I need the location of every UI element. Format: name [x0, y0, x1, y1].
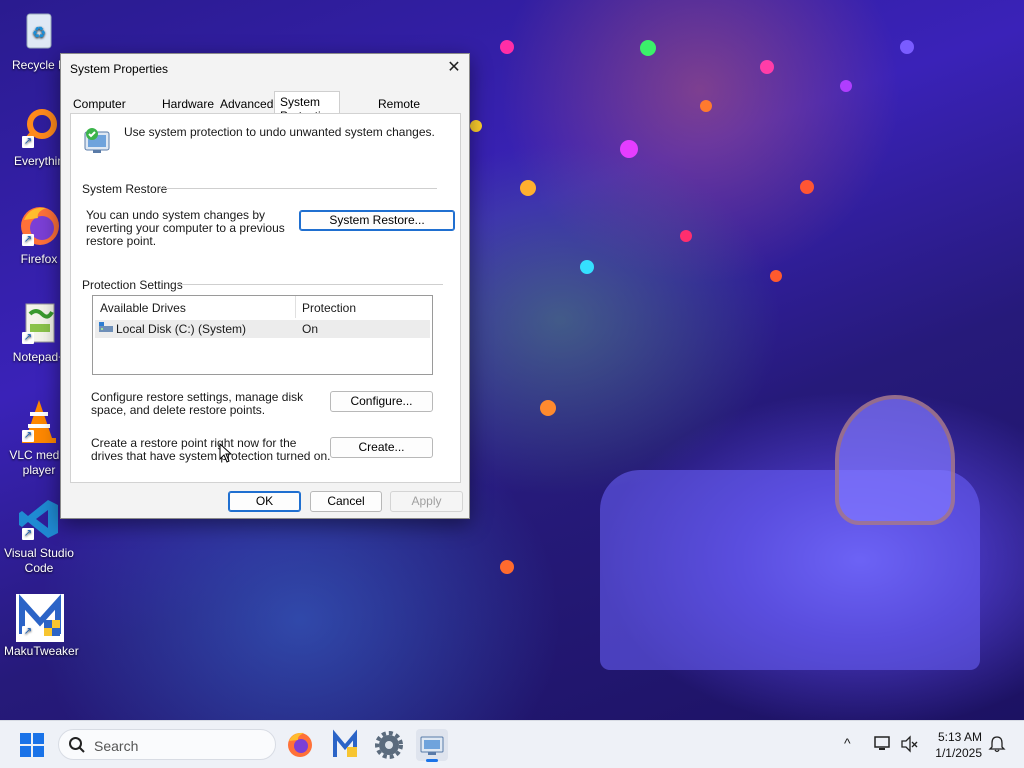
dialog-titlebar[interactable]: System Properties ✕ — [61, 54, 469, 84]
dialog-title: System Properties — [70, 62, 169, 76]
apply-button: Apply — [390, 491, 463, 512]
group-divider — [160, 188, 437, 189]
vscode-icon: ↗ — [16, 496, 62, 542]
firefox-icon — [288, 732, 312, 757]
start-button[interactable] — [16, 729, 48, 761]
taskbar-makutweaker[interactable] — [329, 729, 361, 761]
notepad-plus-plus-icon: ↗ — [16, 300, 62, 346]
system-properties-icon — [420, 736, 444, 755]
taskbar: Search ^ 5:13 AM 1/1/2025 — [0, 720, 1024, 768]
tab-remote[interactable]: Remote — [373, 95, 425, 113]
network-icon[interactable] — [874, 735, 892, 753]
cancel-button[interactable]: Cancel — [310, 491, 382, 512]
notification-bell-icon[interactable] — [988, 735, 1006, 753]
taskbar-firefox[interactable] — [284, 729, 316, 761]
system-restore-group-title: System Restore — [82, 182, 168, 196]
protection-settings-group-title: Protection Settings — [82, 278, 183, 292]
drives-table[interactable]: Available Drives Protection Local Disk (… — [92, 295, 433, 375]
makutweaker-icon: ↗ — [16, 594, 64, 642]
active-indicator — [426, 759, 438, 762]
drive-icon — [99, 322, 113, 334]
show-hidden-icons-button[interactable]: ^ — [844, 735, 851, 751]
configure-button[interactable]: Configure... — [330, 391, 433, 412]
shortcut-arrow-icon: ↗ — [22, 528, 34, 540]
create-description: Create a restore point right now for the… — [91, 436, 331, 463]
shortcut-arrow-icon: ↗ — [22, 136, 34, 148]
system-restore-button[interactable]: System Restore... — [299, 210, 455, 231]
column-header-available-drives[interactable]: Available Drives — [100, 301, 186, 315]
vlc-cone-icon: ↗ — [16, 398, 62, 444]
tab-hardware[interactable]: Hardware — [157, 95, 219, 113]
makutweaker-icon — [333, 729, 357, 757]
drive-protection-status: On — [302, 322, 319, 336]
clock-time: 5:13 AM — [937, 730, 982, 744]
system-protection-icon — [81, 124, 115, 158]
shortcut-arrow-icon: ↗ — [22, 234, 34, 246]
mouse-cursor-icon — [219, 442, 233, 463]
create-button[interactable]: Create... — [330, 437, 433, 458]
column-header-protection[interactable]: Protection — [302, 301, 356, 315]
shortcut-arrow-icon: ↗ — [22, 332, 34, 344]
system-properties-dialog: System Properties ✕ Computer Name Hardwa… — [60, 53, 470, 519]
volume-muted-icon[interactable] — [900, 735, 918, 753]
system-restore-description: You can undo system changes by reverting… — [86, 208, 285, 248]
taskbar-search-box[interactable]: Search — [58, 729, 276, 760]
firefox-icon: ↗ — [16, 202, 62, 248]
taskbar-clock[interactable]: 5:13 AM 1/1/2025 — [935, 729, 982, 761]
tab-panel-system-protection: Use system protection to undo unwanted s… — [70, 113, 461, 483]
desktop-icon-label: Visual Studio Code — [4, 546, 74, 575]
intro-text: Use system protection to undo unwanted s… — [124, 125, 435, 139]
close-icon[interactable]: ✕ — [439, 54, 469, 84]
column-separator[interactable] — [295, 296, 296, 318]
desktop-icon-label: MakuTweaker — [4, 644, 79, 658]
desktop-icon-makutweaker[interactable]: ↗ MakuTweaker — [4, 594, 79, 659]
recycle-bin-icon: ♻ — [16, 8, 62, 54]
taskbar-settings[interactable] — [373, 729, 405, 761]
clock-date: 1/1/2025 — [935, 746, 982, 760]
drive-name: Local Disk (C:) (System) — [116, 322, 247, 336]
taskbar-system-properties[interactable] — [416, 729, 448, 762]
tab-computer-name[interactable]: Computer Name — [68, 95, 131, 125]
configure-description: Configure restore settings, manage disk … — [91, 390, 304, 417]
shortcut-arrow-icon: ↗ — [22, 430, 34, 442]
svg-text:♻: ♻ — [32, 25, 46, 42]
gear-icon — [375, 731, 403, 759]
windows-logo-icon — [20, 733, 44, 757]
group-divider — [177, 284, 443, 285]
magnifier-icon: ↗ — [16, 104, 62, 150]
search-icon — [68, 736, 86, 754]
ok-button[interactable]: OK — [228, 491, 301, 512]
table-row[interactable]: Local Disk (C:) (System) On — [95, 320, 430, 338]
search-placeholder: Search — [94, 738, 139, 754]
shortcut-arrow-icon: ↗ — [22, 626, 34, 638]
tab-system-protection[interactable]: System Protection — [274, 91, 341, 123]
tab-advanced[interactable]: Advanced — [215, 95, 278, 113]
